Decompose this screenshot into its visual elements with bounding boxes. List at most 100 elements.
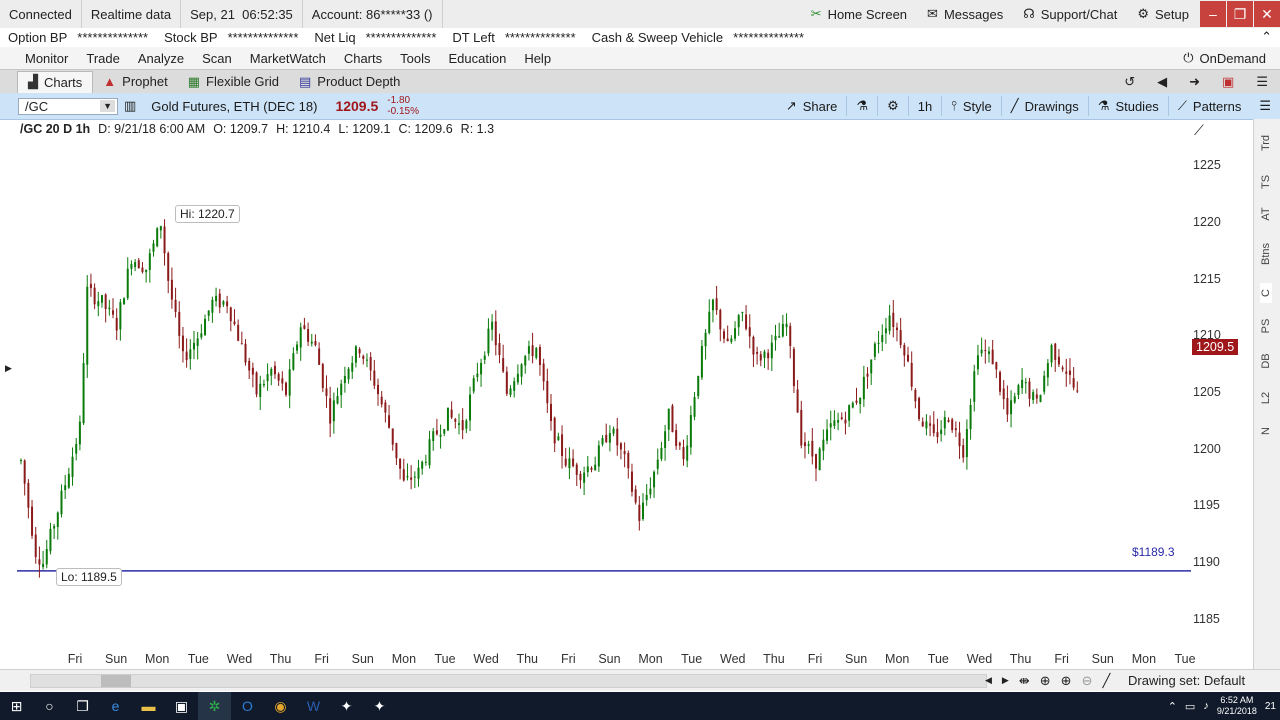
undo-icon[interactable]: ↺ bbox=[1124, 74, 1135, 90]
tray-clock[interactable]: 6:52 AM 9/21/2018 bbox=[1217, 695, 1257, 717]
side-tab-l2[interactable]: L2 bbox=[1260, 388, 1272, 408]
menu-list-icon[interactable]: ☰ bbox=[1256, 74, 1268, 90]
menu-monitor[interactable]: Monitor bbox=[16, 51, 77, 66]
side-tab-trd[interactable]: Trd bbox=[1260, 133, 1272, 153]
tray-network-icon[interactable]: ▭ bbox=[1185, 700, 1195, 713]
tab-product-depth[interactable]: ▤ Product Depth bbox=[289, 71, 410, 92]
candle-body bbox=[244, 343, 247, 363]
home-screen-button[interactable]: ✂ Home Screen bbox=[801, 0, 917, 28]
toolbar-menu-button[interactable]: ☰ bbox=[1250, 93, 1280, 119]
scroll-left-icon[interactable]: ◀ bbox=[985, 675, 992, 686]
notification-badge[interactable]: 21 bbox=[1265, 701, 1276, 712]
tab-prophet[interactable]: ▲ Prophet bbox=[93, 71, 177, 92]
menu-help[interactable]: Help bbox=[515, 51, 560, 66]
pencil-icon[interactable]: ╱ bbox=[1102, 673, 1110, 689]
flask-button[interactable]: ⚗ bbox=[847, 93, 877, 119]
symbol-selector[interactable]: /GC ▼ bbox=[18, 97, 118, 115]
style-button[interactable]: ⫯ Style bbox=[942, 93, 1001, 119]
candle-body bbox=[866, 373, 869, 377]
tray-up-icon[interactable]: ⌃ bbox=[1168, 700, 1177, 713]
chrome-icon[interactable]: ◉ bbox=[264, 692, 297, 720]
search-icon[interactable]: ○ bbox=[33, 692, 66, 720]
side-tab-c[interactable]: C bbox=[1260, 283, 1272, 303]
thinkorswim-icon[interactable]: ✲ bbox=[198, 692, 231, 720]
windows-start-icon[interactable]: ⊞ bbox=[0, 692, 33, 720]
candle-body bbox=[520, 364, 523, 377]
layout-icon[interactable]: ▣ bbox=[1222, 74, 1234, 90]
patterns-button[interactable]: ⟋ Patterns bbox=[1169, 93, 1251, 119]
candle-body bbox=[936, 432, 939, 438]
back-arrow-icon[interactable]: ◀ bbox=[1157, 74, 1167, 90]
tray-volume-icon[interactable]: ♪ bbox=[1203, 700, 1209, 712]
close-button[interactable]: ✕ bbox=[1254, 1, 1280, 27]
collapse-icon[interactable]: ⌃ bbox=[1261, 29, 1280, 45]
app-icon-2[interactable]: ✦ bbox=[363, 692, 396, 720]
menu-scan[interactable]: Scan bbox=[193, 51, 241, 66]
drawings-button[interactable]: ╱ Drawings bbox=[1002, 93, 1088, 119]
menu-education[interactable]: Education bbox=[439, 51, 515, 66]
side-tab-ps[interactable]: PS bbox=[1260, 316, 1272, 336]
store-icon[interactable]: ▣ bbox=[165, 692, 198, 720]
candle-body bbox=[126, 268, 129, 299]
setup-label: Setup bbox=[1155, 6, 1189, 22]
candle-body bbox=[524, 356, 527, 366]
edge-browser-icon[interactable]: e bbox=[99, 692, 132, 720]
side-tab-ts[interactable]: TS bbox=[1260, 172, 1272, 192]
account-selector[interactable]: Account: 86*****33 () bbox=[303, 0, 443, 28]
tab-charts[interactable]: ▟ Charts bbox=[17, 70, 94, 93]
menu-marketwatch[interactable]: MarketWatch bbox=[241, 51, 335, 66]
file-explorer-icon[interactable]: ▬ bbox=[132, 692, 165, 720]
support-chat-button[interactable]: ☊ Support/Chat bbox=[1013, 0, 1127, 28]
drawing-tool-icon[interactable]: ⟋ bbox=[1194, 122, 1204, 139]
task-view-icon[interactable]: ❐ bbox=[66, 692, 99, 720]
candle-body bbox=[826, 429, 829, 441]
candle-body bbox=[38, 559, 41, 565]
candle-body bbox=[778, 336, 781, 338]
link-icon[interactable]: ▥ bbox=[118, 98, 142, 114]
side-tab-n[interactable]: N bbox=[1260, 421, 1272, 441]
side-tab-at[interactable]: AT bbox=[1260, 204, 1272, 224]
x-tick-label: Fri bbox=[314, 652, 329, 666]
menu-trade[interactable]: Trade bbox=[77, 51, 128, 66]
studies-button[interactable]: ⚗ Studies bbox=[1089, 93, 1168, 119]
scrollbar-track[interactable] bbox=[30, 674, 987, 688]
app-icon[interactable]: ✦ bbox=[330, 692, 363, 720]
candle-body bbox=[181, 335, 184, 352]
candle-body bbox=[1013, 396, 1016, 403]
minimize-button[interactable]: – bbox=[1200, 1, 1226, 27]
x-tick-label: Mon bbox=[1131, 652, 1157, 666]
messages-button[interactable]: ✉ Messages bbox=[917, 0, 1013, 28]
maximize-button[interactable]: ❐ bbox=[1227, 1, 1253, 27]
candle-body bbox=[34, 534, 37, 558]
word-icon[interactable]: W bbox=[297, 692, 330, 720]
menu-charts[interactable]: Charts bbox=[335, 51, 391, 66]
balance-dt-left: DT Left ************** bbox=[444, 30, 583, 45]
menu-list-icon: ☰ bbox=[1259, 98, 1271, 113]
tab-flexible-grid[interactable]: ▦ Flexible Grid bbox=[178, 71, 289, 92]
timeframe-button[interactable]: 1h bbox=[909, 93, 941, 119]
candle-body bbox=[689, 414, 692, 448]
candle-body bbox=[719, 309, 722, 330]
side-tab-db[interactable]: DB bbox=[1260, 351, 1272, 371]
menu-tools[interactable]: Tools bbox=[391, 51, 439, 66]
candle-body bbox=[406, 476, 409, 478]
share-button[interactable]: ↗ Share bbox=[777, 93, 847, 119]
setup-button[interactable]: ⚙ Setup bbox=[1127, 0, 1199, 28]
candle-body bbox=[45, 548, 48, 565]
candle-body bbox=[248, 360, 251, 371]
scroll-right-icon[interactable]: ▶ bbox=[1002, 675, 1009, 686]
side-tab-btns[interactable]: Btns bbox=[1260, 243, 1272, 265]
zoom-out-icon[interactable]: ⊖ bbox=[1082, 673, 1093, 689]
left-collapse-icon[interactable]: ▶ bbox=[5, 363, 12, 374]
scrollbar-thumb[interactable] bbox=[101, 675, 131, 687]
menu-analyze[interactable]: Analyze bbox=[129, 51, 193, 66]
forward-arrow-icon[interactable]: ➜ bbox=[1189, 74, 1200, 90]
ondemand-button[interactable]: ⏻ OnDemand bbox=[1183, 50, 1280, 66]
drawing-set-label[interactable]: Drawing set: Default bbox=[1128, 673, 1245, 688]
outlook-icon[interactable]: O bbox=[231, 692, 264, 720]
crosshair-icon[interactable]: ⊕ bbox=[1040, 673, 1051, 689]
settings-button[interactable]: ⚙ bbox=[878, 93, 908, 119]
candle-body bbox=[767, 352, 770, 359]
zoom-in-icon[interactable]: ⊕ bbox=[1061, 673, 1072, 689]
expand-icon[interactable]: ⇼ bbox=[1019, 673, 1030, 689]
